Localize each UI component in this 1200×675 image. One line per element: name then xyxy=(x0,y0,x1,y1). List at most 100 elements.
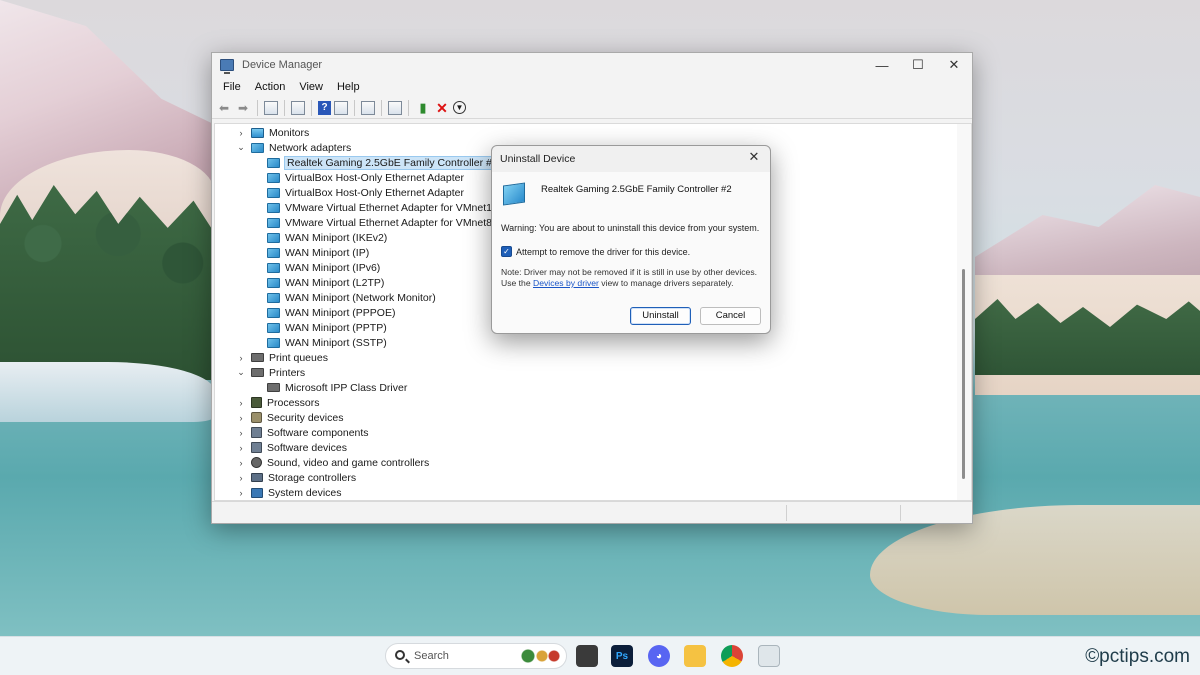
chevron-right-icon[interactable]: › xyxy=(235,488,247,498)
tree-node-label: Printers xyxy=(269,366,306,379)
chevron-down-icon[interactable]: ⌄ xyxy=(235,142,247,153)
dialog-device-name: Realtek Gaming 2.5GbE Family Controller … xyxy=(541,184,732,195)
tree-item-adapter[interactable]: WAN Miniport (PPPOE) xyxy=(267,305,395,320)
tree-item-adapter[interactable]: VirtualBox Host-Only Ethernet Adapter xyxy=(267,185,464,200)
tree-node-processors[interactable]: › Processors xyxy=(235,395,320,410)
tree-item-label: WAN Miniport (IKEv2) xyxy=(285,231,388,244)
print-icon[interactable] xyxy=(361,100,375,115)
tree-node-sound-controllers[interactable]: › Sound, video and game controllers xyxy=(235,455,430,470)
tree-item-adapter[interactable]: VMware Virtual Ethernet Adapter for VMne… xyxy=(267,215,492,230)
toolbar-separator xyxy=(354,99,355,116)
chevron-right-icon[interactable]: › xyxy=(235,128,247,138)
search-highlight-icon xyxy=(520,649,560,663)
tree-node-software-devices[interactable]: › Software devices xyxy=(235,440,347,455)
back-arrow-icon[interactable]: ⬅ xyxy=(216,100,232,116)
maximize-button[interactable]: ☐ xyxy=(900,53,936,77)
tree-item-adapter[interactable]: WAN Miniport (Network Monitor) xyxy=(267,290,436,305)
chevron-right-icon[interactable]: › xyxy=(235,353,247,363)
vertical-scrollbar[interactable] xyxy=(957,124,971,500)
chevron-right-icon[interactable]: › xyxy=(235,413,247,423)
menu-action[interactable]: Action xyxy=(248,81,293,93)
chevron-down-icon[interactable]: ⌄ xyxy=(235,367,247,378)
tree-item-label: VirtualBox Host-Only Ethernet Adapter xyxy=(285,171,464,184)
tree-node-security-devices[interactable]: › Security devices xyxy=(235,410,344,425)
action-pane-icon[interactable] xyxy=(334,100,348,115)
tree-node-monitors[interactable]: › Monitors xyxy=(235,125,310,140)
forward-arrow-icon[interactable]: ➡ xyxy=(235,100,251,116)
dialog-close-button[interactable]: ✕ xyxy=(745,149,763,165)
show-hide-console-tree-icon[interactable] xyxy=(264,100,278,115)
device-manager-taskbar-icon[interactable] xyxy=(758,645,780,667)
network-adapter-icon xyxy=(267,337,280,348)
tree-item-label: Realtek Gaming 2.5GbE Family Controller … xyxy=(284,155,501,170)
tree-item-adapter[interactable]: WAN Miniport (IPv6) xyxy=(267,260,380,275)
tree-node-label: Print queues xyxy=(269,351,328,364)
tree-item-adapter[interactable]: VirtualBox Host-Only Ethernet Adapter xyxy=(267,170,464,185)
start-menu-windows-icon[interactable] xyxy=(353,646,373,666)
menu-bar: File Action View Help xyxy=(212,77,972,97)
update-driver-icon[interactable]: ▮ xyxy=(415,100,431,116)
tree-item-adapter[interactable]: WAN Miniport (IP) xyxy=(267,245,369,260)
tree-item-adapter[interactable]: VMware Virtual Ethernet Adapter for VMne… xyxy=(267,200,492,215)
photoshop-icon[interactable]: Ps xyxy=(611,645,633,667)
speaker-icon xyxy=(251,457,262,468)
device-manager-icon xyxy=(220,59,234,74)
file-explorer-icon[interactable] xyxy=(684,645,706,667)
chrome-icon[interactable] xyxy=(721,645,743,667)
watermark-text: ©pctips.com xyxy=(1085,646,1190,667)
tree-node-storage-controllers[interactable]: › Storage controllers xyxy=(235,470,357,485)
search-placeholder: Search xyxy=(414,650,449,662)
task-view-icon[interactable] xyxy=(576,645,598,667)
chevron-right-icon[interactable]: › xyxy=(235,443,247,453)
network-adapter-icon xyxy=(267,322,280,333)
title-bar[interactable]: Device Manager — ☐ ✕ xyxy=(212,53,972,77)
scrollbar-thumb[interactable] xyxy=(962,269,965,479)
tree-item-printer[interactable]: Microsoft IPP Class Driver xyxy=(267,380,407,395)
remove-driver-checkbox[interactable]: ✓ xyxy=(501,246,512,257)
help-icon[interactable]: ? xyxy=(318,100,331,115)
uninstall-device-icon[interactable]: ✕ xyxy=(434,100,450,116)
disable-device-icon[interactable]: ▼ xyxy=(453,101,466,114)
menu-file[interactable]: File xyxy=(216,81,248,93)
chevron-right-icon[interactable]: › xyxy=(235,458,247,468)
discord-icon[interactable]: ◕ xyxy=(648,645,670,667)
tree-item-label: WAN Miniport (PPTP) xyxy=(285,321,387,334)
uninstall-button[interactable]: Uninstall xyxy=(630,307,691,325)
chevron-right-icon[interactable]: › xyxy=(235,428,247,438)
uninstall-device-dialog: Uninstall Device ✕ Realtek Gaming 2.5GbE… xyxy=(491,145,771,334)
chevron-right-icon[interactable]: › xyxy=(235,473,247,483)
tree-node-label: Processors xyxy=(267,396,320,409)
network-adapter-icon xyxy=(503,182,525,206)
tree-node-print-queues[interactable]: › Print queues xyxy=(235,350,328,365)
tree-item-adapter[interactable]: WAN Miniport (L2TP) xyxy=(267,275,384,290)
scan-hardware-changes-icon[interactable] xyxy=(388,100,402,115)
network-adapter-icon xyxy=(267,307,280,318)
software-component-icon xyxy=(251,427,262,438)
network-adapter-icon xyxy=(267,232,280,243)
chevron-right-icon[interactable]: › xyxy=(235,398,247,408)
properties-icon[interactable] xyxy=(291,100,305,115)
close-button[interactable]: ✕ xyxy=(936,53,972,77)
remove-driver-checkbox-label[interactable]: Attempt to remove the driver for this de… xyxy=(516,247,690,257)
taskbar-search-box[interactable]: Search xyxy=(385,643,567,669)
tree-item-label: WAN Miniport (IPv6) xyxy=(285,261,381,274)
tree-item-adapter[interactable]: WAN Miniport (SSTP) xyxy=(267,335,387,350)
printer-icon xyxy=(251,368,264,377)
system-device-icon xyxy=(251,487,263,498)
dialog-title: Uninstall Device xyxy=(500,153,576,165)
devices-by-driver-link[interactable]: Devices by driver xyxy=(533,278,599,288)
menu-help[interactable]: Help xyxy=(330,81,367,93)
tree-node-label: System devices xyxy=(268,486,342,499)
tree-node-system-devices[interactable]: › System devices xyxy=(235,485,342,500)
tree-item-adapter[interactable]: WAN Miniport (PPTP) xyxy=(267,320,387,335)
tree-item-realtek-adapter[interactable]: Realtek Gaming 2.5GbE Family Controller … xyxy=(267,155,501,170)
minimize-button[interactable]: — xyxy=(864,53,900,77)
tree-node-network-adapters[interactable]: ⌄ Network adapters xyxy=(235,140,351,155)
tree-node-software-components[interactable]: › Software components xyxy=(235,425,369,440)
cancel-button[interactable]: Cancel xyxy=(700,307,761,325)
tree-node-printers[interactable]: ⌄ Printers xyxy=(235,365,305,380)
search-icon xyxy=(395,650,405,660)
status-segment xyxy=(786,505,787,521)
menu-view[interactable]: View xyxy=(292,81,330,93)
tree-item-adapter[interactable]: WAN Miniport (IKEv2) xyxy=(267,230,387,245)
